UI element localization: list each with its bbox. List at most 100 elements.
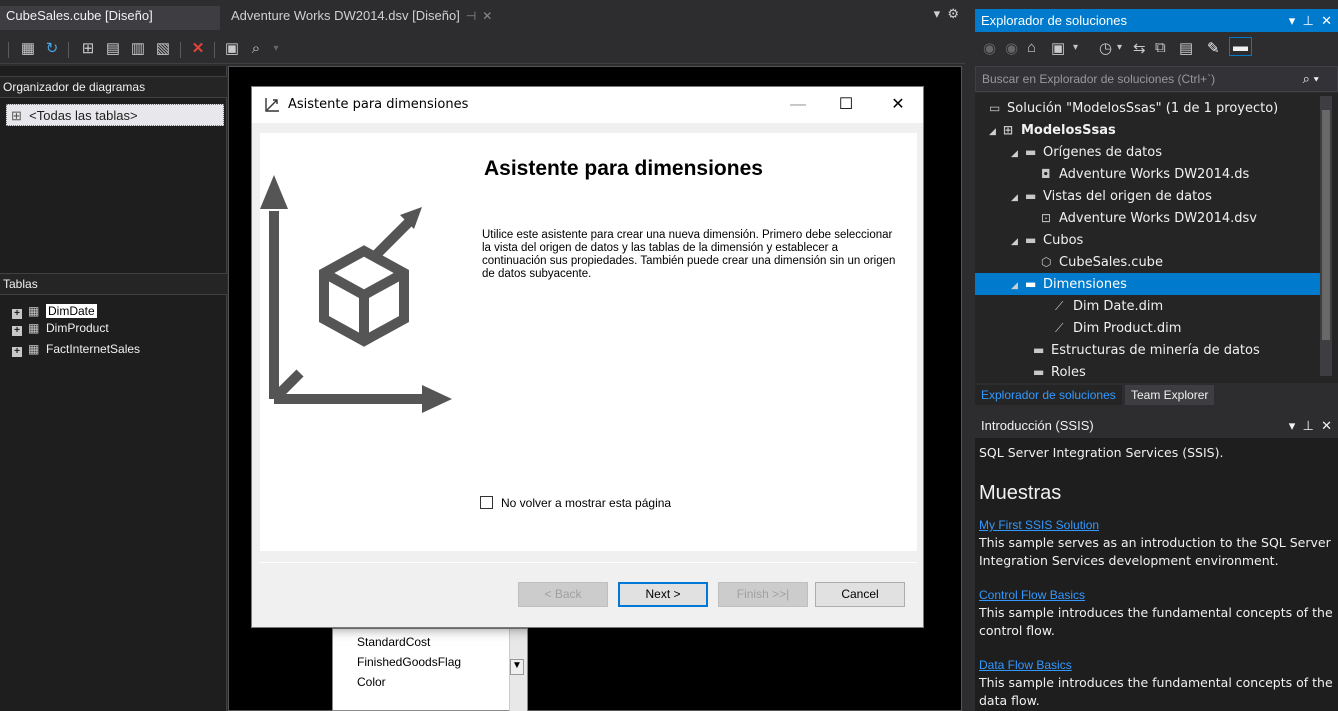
collapse-all-icon[interactable]: ⧉ xyxy=(1155,39,1166,56)
dont-show-again-checkbox[interactable]: No volver a mostrar esta página xyxy=(480,496,671,510)
document-tab-bar: CubeSales.cube [Diseño] Adventure Works … xyxy=(0,0,965,31)
folder-icon: ▬ xyxy=(1025,145,1037,159)
checkbox-label: No volver a mostrar esta página xyxy=(501,496,672,510)
node-label: CubeSales.cube xyxy=(1059,255,1163,270)
tree-node-dim-date[interactable]: ⟋ Dim Date.dim xyxy=(1055,295,1163,317)
dimension-icon: ⟋ xyxy=(1055,321,1064,335)
new-relation-icon[interactable]: ⊞ xyxy=(78,39,98,59)
column-item[interactable]: StandardCost xyxy=(357,635,430,649)
checkbox-icon[interactable] xyxy=(480,496,493,509)
tree-node-dsv[interactable]: ◢ ▬ Vistas del origen de datos xyxy=(1011,185,1212,207)
tree-node-cube-file[interactable]: ⬡ CubeSales.cube xyxy=(1041,251,1163,273)
folder-icon: ▬ xyxy=(1025,233,1037,247)
expand-icon[interactable]: ◢ xyxy=(989,121,1003,143)
preview-icon[interactable]: ▬ xyxy=(1229,37,1252,56)
refresh-icon[interactable]: ↻ xyxy=(42,39,62,59)
expand-icon[interactable]: + xyxy=(12,326,22,336)
dropdown-icon[interactable]: ▾ xyxy=(1289,13,1296,28)
close-icon[interactable]: ✕ xyxy=(482,9,492,23)
tab-solution-explorer[interactable]: Explorador de soluciones xyxy=(975,385,1122,405)
scroll-down-icon[interactable]: ▼ xyxy=(510,659,524,675)
toolbar-separator xyxy=(180,42,181,58)
add-table-icon[interactable]: ▦ xyxy=(18,39,38,59)
back-button[interactable]: < Back xyxy=(518,582,608,607)
dropdown-icon[interactable]: ▾ xyxy=(266,39,286,59)
column-item[interactable]: Color xyxy=(357,675,386,689)
pin-icon[interactable]: ⊥ xyxy=(1303,418,1314,433)
toolbar-separator xyxy=(214,42,215,58)
close-icon[interactable]: ✕ xyxy=(1321,13,1332,28)
forward-icon[interactable]: ◉ xyxy=(1005,39,1018,57)
dropdown-icon[interactable]: ▾ xyxy=(934,6,941,21)
tab-team-explorer[interactable]: Team Explorer xyxy=(1125,385,1215,405)
show-all-files-icon[interactable]: ▤ xyxy=(1179,39,1193,57)
table-row[interactable]: + ▦ FactInternetSales xyxy=(12,339,140,359)
table-column-list[interactable]: StandardCost FinishedGoodsFlag Color ▼ xyxy=(332,628,528,711)
solution-explorer-header: Explorador de soluciones ▾ ⊥ ✕ xyxy=(975,9,1338,32)
column-item[interactable]: FinishedGoodsFlag xyxy=(357,655,461,669)
zoom-icon[interactable]: ⌕ xyxy=(246,39,266,59)
expand-icon[interactable]: ◢ xyxy=(1011,187,1025,209)
table-row[interactable]: + ▦ DimProduct xyxy=(12,318,109,338)
next-button[interactable]: Next > xyxy=(618,582,708,607)
tab-cube-designer[interactable]: CubeSales.cube [Diseño] xyxy=(0,6,220,30)
pin-icon[interactable]: ⊣ xyxy=(466,9,476,23)
expand-icon[interactable]: + xyxy=(12,347,22,357)
close-icon[interactable]: ✕ xyxy=(1321,418,1332,433)
switch-views-icon[interactable]: ▣ xyxy=(1051,39,1065,57)
tab-label: Adventure Works DW2014.dsv [Diseño] xyxy=(231,8,460,23)
sync-icon[interactable]: ⇆ xyxy=(1133,39,1146,57)
minimize-button[interactable]: — xyxy=(778,91,818,119)
sample-link[interactable]: Data Flow Basics xyxy=(979,658,1072,672)
pin-icon[interactable]: ⊥ xyxy=(1303,13,1314,28)
tree-node-dimensions[interactable]: ◢ ▬ Dimensiones xyxy=(975,273,1320,295)
tree-node-project[interactable]: ◢ ⊞ ModelosSsas xyxy=(989,119,1116,141)
explore-data-icon[interactable]: ▣ xyxy=(222,39,242,59)
expand-icon[interactable]: ◢ xyxy=(1011,231,1025,253)
dropdown-icon[interactable]: ▾ xyxy=(1073,42,1078,53)
maximize-button[interactable]: ☐ xyxy=(826,91,866,119)
expand-icon[interactable]: ◢ xyxy=(1011,275,1025,297)
back-icon[interactable]: ◉ xyxy=(983,39,996,57)
diagram-item-all-tables[interactable]: ⊞ <Todas las tablas> xyxy=(6,104,224,126)
solution-search-input[interactable]: Buscar en Explorador de soluciones (Ctrl… xyxy=(975,66,1338,92)
gear-icon[interactable]: ⚙ xyxy=(947,6,959,21)
table-name: FactInternetSales xyxy=(46,342,141,356)
tree-node-datasources[interactable]: ◢ ▬ Orígenes de datos xyxy=(1011,141,1162,163)
tree-node-ds-file[interactable]: ◘ Adventure Works DW2014.ds xyxy=(1041,163,1249,185)
pending-changes-icon[interactable]: ◷ xyxy=(1099,39,1112,57)
named-calc-icon[interactable]: ▥ xyxy=(128,39,148,59)
node-label: Vistas del origen de datos xyxy=(1043,189,1212,204)
sample-link[interactable]: My First SSIS Solution xyxy=(979,518,1099,532)
finish-button[interactable]: Finish >>| xyxy=(718,582,808,607)
left-panel: Organizador de diagramas ⊞ <Todas las ta… xyxy=(0,66,227,711)
sample-link[interactable]: Control Flow Basics xyxy=(979,588,1085,602)
cancel-button[interactable]: Cancel xyxy=(815,582,905,607)
diagram-icon: ⊞ xyxy=(11,108,22,123)
dsv-icon: ⊡ xyxy=(1041,211,1052,225)
properties-icon[interactable]: ✎ xyxy=(1207,39,1220,57)
dropdown-icon[interactable]: ▾ xyxy=(1117,42,1122,53)
close-button[interactable]: ✕ xyxy=(878,91,918,119)
node-label: Solución "ModelosSsas" (1 de 1 proyecto) xyxy=(1007,101,1279,116)
expand-icon[interactable]: ◢ xyxy=(1011,143,1025,165)
solution-scrollbar[interactable] xyxy=(1320,96,1332,376)
tab-dsv-designer[interactable]: Adventure Works DW2014.dsv [Diseño] ⊣ ✕ xyxy=(225,6,532,30)
dimension-wizard-dialog: Asistente para dimensiones — ☐ ✕ Asisten… xyxy=(251,86,924,628)
tree-node-dim-product[interactable]: ⟋ Dim Product.dim xyxy=(1055,317,1181,339)
delete-icon[interactable]: ✕ xyxy=(188,39,208,59)
search-icon[interactable]: ⌕ ▾ xyxy=(1303,67,1319,91)
diagram-icon[interactable]: ▧ xyxy=(153,39,173,59)
tree-node-roles[interactable]: ▬ Roles xyxy=(1033,361,1086,383)
tree-node-cubes[interactable]: ◢ ▬ Cubos xyxy=(1011,229,1083,251)
tree-node-dsv-file[interactable]: ⊡ Adventure Works DW2014.dsv xyxy=(1041,207,1257,229)
dialog-title-bar: Asistente para dimensiones — ☐ ✕ xyxy=(252,87,923,123)
named-query-icon[interactable]: ▤ xyxy=(103,39,123,59)
scroll-thumb[interactable] xyxy=(1322,110,1330,340)
home-icon[interactable]: ⌂ xyxy=(1027,39,1036,56)
tree-node-solution[interactable]: ▭ Solución "ModelosSsas" (1 de 1 proyecto… xyxy=(989,97,1278,119)
tree-node-mining[interactable]: ▬ Estructuras de minería de datos xyxy=(1033,339,1260,361)
dropdown-icon[interactable]: ▾ xyxy=(1289,418,1296,433)
solution-icon: ▭ xyxy=(989,101,1001,115)
node-label: Adventure Works DW2014.dsv xyxy=(1059,211,1257,226)
